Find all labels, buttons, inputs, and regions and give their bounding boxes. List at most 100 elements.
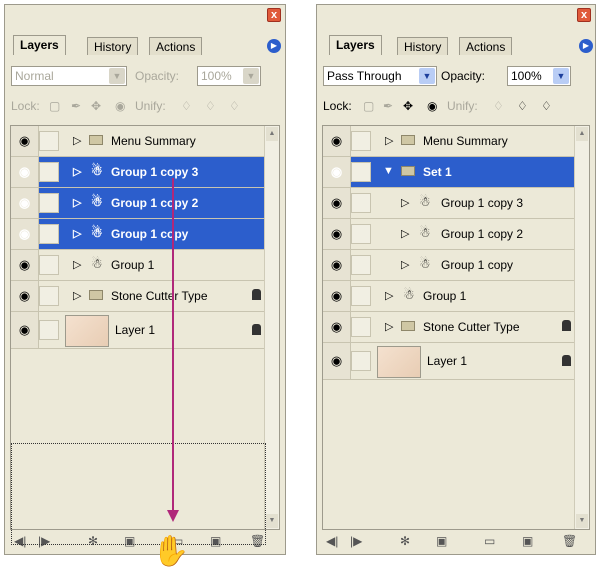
layer-row[interactable]: ◉ Layer 1 — [11, 312, 265, 349]
eye-icon[interactable]: ◉ — [11, 219, 39, 249]
left-tab-layers[interactable]: Layers — [13, 35, 66, 55]
layer-row[interactable]: ◉ ▷ Menu Summary — [11, 126, 265, 157]
move-icon[interactable]: ✥ — [403, 99, 413, 113]
link-box[interactable] — [39, 193, 59, 213]
eye-icon[interactable]: ◉ — [323, 126, 351, 156]
expand-triangle-icon[interactable]: ▷ — [73, 196, 81, 209]
lock-icon[interactable]: ◉ — [115, 99, 125, 113]
link-box[interactable] — [351, 131, 371, 151]
back-icon[interactable]: ◀| — [326, 534, 338, 548]
right-tab-history[interactable]: History — [397, 37, 449, 55]
trash-icon[interactable]: 🗑 — [562, 534, 577, 548]
scroll-down-icon[interactable]: ▼ — [266, 514, 278, 528]
mask-icon[interactable]: ▣ — [436, 534, 447, 548]
layer-style-icon[interactable]: ✻ — [400, 534, 410, 548]
link-box[interactable] — [39, 162, 59, 182]
eye-icon[interactable]: ◉ — [323, 281, 351, 311]
layer-row[interactable]: ◉ ▷ Menu Summary — [323, 126, 575, 157]
layer-row[interactable]: ◉ Layer 1 — [323, 343, 575, 380]
right-tab-layers[interactable]: Layers — [329, 35, 382, 55]
new-folder-icon[interactable]: ▭ — [484, 534, 495, 548]
eye-icon[interactable]: ◉ — [11, 281, 39, 311]
right-blend-mode-select[interactable]: Pass Through ▼ — [323, 66, 437, 86]
expand-triangle-icon[interactable]: ▷ — [401, 258, 409, 271]
left-scrollbar[interactable]: ▲ ▼ — [264, 126, 279, 529]
eye-icon[interactable]: ◉ — [11, 157, 39, 187]
left-opacity-field[interactable]: 100% ▼ — [197, 66, 261, 86]
link-box[interactable] — [351, 224, 371, 244]
lock-transparent-icon[interactable]: ▢ — [363, 99, 374, 113]
brush-icon[interactable]: ✒ — [383, 99, 393, 113]
eye-icon[interactable]: ◉ — [323, 250, 351, 280]
layer-row[interactable]: ◉ ▷ ☃ Group 1 copy — [11, 219, 265, 250]
right-close-button[interactable]: x — [577, 8, 591, 22]
expand-triangle-icon[interactable]: ▷ — [401, 196, 409, 209]
expand-triangle-icon[interactable]: ▷ — [385, 134, 393, 147]
left-panel-menu-icon[interactable]: ▶ — [267, 39, 281, 53]
link-box[interactable] — [351, 255, 371, 275]
eye-icon[interactable]: ◉ — [323, 312, 351, 342]
link-box[interactable] — [351, 351, 371, 371]
link-box[interactable] — [351, 317, 371, 337]
unify-style-icon[interactable]: ♢ — [541, 99, 552, 113]
left-tab-history[interactable]: History — [87, 37, 139, 55]
layer-row[interactable]: ◉ ▷ ☃ Group 1 — [323, 281, 575, 312]
left-blend-mode-select[interactable]: Normal ▼ — [11, 66, 127, 86]
eye-icon[interactable]: ◉ — [11, 188, 39, 218]
layer-row[interactable]: ◉ ▷ ☃ Group 1 copy 2 — [11, 188, 265, 219]
collapse-triangle-icon[interactable]: ▼ — [383, 165, 394, 177]
eye-icon[interactable]: ◉ — [11, 250, 39, 280]
eye-icon[interactable]: ◉ — [323, 343, 351, 379]
expand-triangle-icon[interactable]: ▷ — [73, 134, 81, 147]
layer-row[interactable]: ◉ ▷ ☃ Group 1 copy 2 — [323, 219, 575, 250]
link-box[interactable] — [39, 255, 59, 275]
move-icon[interactable]: ✥ — [91, 99, 101, 113]
expand-triangle-icon[interactable]: ▷ — [385, 320, 393, 333]
layer-row[interactable]: ◉ ▷ Stone Cutter Type — [323, 312, 575, 343]
unify-style-icon[interactable]: ♢ — [229, 99, 240, 113]
right-panel-menu-icon[interactable]: ▶ — [579, 39, 593, 53]
brush-icon[interactable]: ✒ — [71, 99, 81, 113]
expand-triangle-icon[interactable]: ▷ — [73, 289, 81, 302]
scroll-up-icon[interactable]: ▲ — [266, 127, 278, 141]
lock-icon[interactable]: ◉ — [427, 99, 437, 113]
unify-visibility-icon[interactable]: ♢ — [205, 99, 216, 113]
layer-row[interactable]: ◉ ▷ ☃ Group 1 — [11, 250, 265, 281]
unify-visibility-icon[interactable]: ♢ — [517, 99, 528, 113]
eye-icon[interactable]: ◉ — [11, 312, 39, 348]
eye-icon[interactable]: ◉ — [323, 219, 351, 249]
eye-icon[interactable]: ◉ — [11, 126, 39, 156]
lock-transparent-icon[interactable]: ▢ — [49, 99, 60, 113]
new-layer-icon[interactable]: ▣ — [522, 534, 533, 548]
expand-triangle-icon[interactable]: ▷ — [73, 258, 81, 271]
right-scrollbar[interactable]: ▲ ▼ — [574, 126, 589, 529]
eye-icon[interactable]: ◉ — [323, 157, 351, 187]
expand-triangle-icon[interactable]: ▷ — [73, 227, 81, 240]
unify-position-icon[interactable]: ♢ — [181, 99, 192, 113]
link-box[interactable] — [39, 224, 59, 244]
scroll-down-icon[interactable]: ▼ — [576, 514, 588, 528]
layer-row[interactable]: ◉ ▷ ☃ Group 1 copy 3 — [11, 157, 265, 188]
expand-triangle-icon[interactable]: ▷ — [73, 165, 81, 178]
link-box[interactable] — [39, 286, 59, 306]
eye-icon[interactable]: ◉ — [323, 188, 351, 218]
expand-triangle-icon[interactable]: ▷ — [385, 289, 393, 302]
expand-triangle-icon[interactable]: ▷ — [401, 227, 409, 240]
right-opacity-field[interactable]: 100% ▼ — [507, 66, 571, 86]
unify-position-icon[interactable]: ♢ — [493, 99, 504, 113]
link-box[interactable] — [39, 131, 59, 151]
layer-row[interactable]: ◉ ▷ ☃ Group 1 copy — [323, 250, 575, 281]
link-box[interactable] — [351, 193, 371, 213]
left-opacity-value: 100% — [201, 69, 232, 83]
link-box[interactable] — [351, 162, 371, 182]
left-close-button[interactable]: x — [267, 8, 281, 22]
layer-row[interactable]: ◉ ▷ Stone Cutter Type — [11, 281, 265, 312]
link-box[interactable] — [351, 286, 371, 306]
left-tab-actions[interactable]: Actions — [149, 37, 203, 55]
right-tab-actions[interactable]: Actions — [459, 37, 513, 55]
forward-icon[interactable]: |▶ — [350, 534, 362, 548]
scroll-up-icon[interactable]: ▲ — [576, 127, 588, 141]
layer-row[interactable]: ◉ ▼ Set 1 — [323, 157, 575, 188]
layer-row[interactable]: ◉ ▷ ☃ Group 1 copy 3 — [323, 188, 575, 219]
link-box[interactable] — [39, 320, 59, 340]
